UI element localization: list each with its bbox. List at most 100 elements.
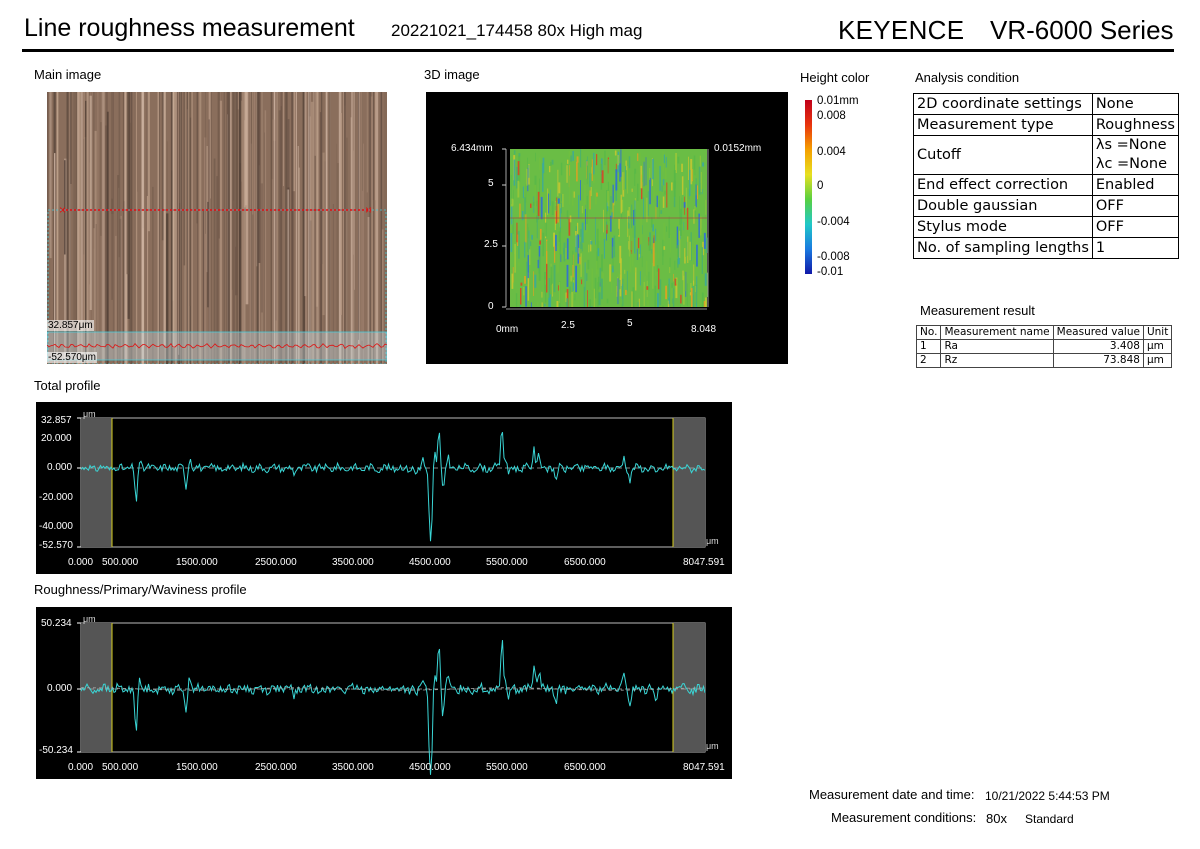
surface-3d-streak [562,193,564,208]
surface-3d-streak [638,298,640,307]
surface-3d-streak [697,185,698,200]
conditions-mode: Standard [1025,812,1074,826]
surface-3d-streak [625,207,627,214]
surface-3d-streak [648,271,650,291]
surface-3d-streak [575,265,577,293]
surface-3d-streak [668,195,670,204]
height-color-label: Height color [800,70,870,85]
surface-3d-streak [612,246,614,270]
surface-3d-streak [528,164,530,178]
surface-3d-streak [631,188,633,192]
surface-streak [242,92,245,364]
surface-3d-streak [669,266,671,274]
surface-3d-streak [525,214,527,243]
surface-3d-streak [522,186,524,199]
surface-streak [372,92,374,364]
surface-3d-streak [570,155,572,162]
surface-3d-streak [611,212,613,219]
surface-streak [354,92,355,290]
surface-3d-streak [599,267,602,283]
total-profile-x-tick: 2500.000 [255,557,297,568]
surface-streak [78,92,80,290]
measurement-result-table: No. Measurement name Measured value Unit… [915,325,1173,368]
table-header-row: No. Measurement name Measured value Unit [915,325,1173,340]
surface-3d-streak [546,263,548,293]
surface-3d-streak [659,166,661,191]
surface-3d-streak [566,264,569,287]
surface-3d-streak [632,287,635,307]
table-row: No. of sampling lengths 1 [913,237,1179,259]
surface-3d-streak [595,217,596,245]
surface-3d-streak [685,243,686,257]
surface-3d-streak [531,258,532,275]
surface-3d-streak [612,184,614,204]
surface-streak [362,92,363,191]
surface-streak [340,113,342,315]
surface-3d-streak [617,154,619,166]
surface-3d-streak [624,269,626,274]
surface-3d-streak [539,240,541,245]
condition-name: Measurement type [913,114,1093,136]
height-color-tick: 0.01mm [817,95,859,107]
surface-3d-streak [572,151,574,161]
surface-streak [264,110,267,364]
surface-3d-streak [649,168,651,180]
surface-3d-streak [656,195,658,208]
surface-streak [205,92,206,234]
roughness-profile-x-tick: 3500.000 [332,762,374,773]
surface-3d-streak [574,294,576,301]
condition-name: No. of sampling lengths [913,237,1093,259]
roughness-profile-x-tick: 5500.000 [486,762,528,773]
height-color-tick: -0.01 [817,266,844,278]
surface-3d-streak [631,237,634,267]
surface-3d-streak [658,268,660,290]
surface-streak [196,92,198,224]
surface-3d-streak [701,189,703,195]
result-value: 3.408 [1052,339,1144,354]
surface-streak [164,92,167,364]
total-profile-y-tick: 32.857 [41,415,72,426]
surface-3d-streak [570,275,573,282]
surface-3d-streak [578,298,580,307]
surface-3d-streak [559,281,561,304]
surface-3d-streak [518,231,520,259]
surface-streak [343,92,345,364]
surface-3d-streak [619,163,621,182]
surface-3d-streak [558,285,559,291]
surface-3d-streak [590,187,592,197]
condition-value: None [1091,93,1179,115]
surface-3d-streak [527,223,529,252]
surface-3d-streak [651,217,653,228]
surface-3d-streak [523,306,525,307]
surface-3d-streak [551,159,554,165]
surface-3d-streak [589,190,591,210]
surface-3d-streak [539,157,541,170]
roughness-profile-unit: μm [83,614,96,624]
surface-3d-streak [641,256,643,268]
main-image: × × 32.857μm -52.570μm [47,92,387,364]
surface-streak [236,109,239,364]
surface-3d-streak [555,234,557,251]
surface-3d-streak [625,289,627,296]
surface-streak [291,92,294,364]
surface-streak [380,92,383,364]
surface-streak [187,92,188,364]
surface-3d-streak [673,273,674,282]
surface-3d-streak [576,161,578,182]
surface-streak [183,92,186,266]
roughness-profile-y-tick: -50.234 [39,745,73,756]
roughness-profile-chart: μm 50.234 0.000 -50.234 0.000 500.000 15… [36,607,732,779]
surface-3d-streak [565,247,567,259]
surface-streak [308,92,310,364]
surface-3d-streak [517,161,520,176]
surface-3d-streak [601,304,604,307]
surface-streak [325,92,328,364]
surface-3d-streak [662,151,664,172]
surface-3d-streak [585,224,588,233]
height-colorbar [805,100,812,274]
surface-3d-streak [701,247,703,274]
surface-streak [369,92,371,364]
surface-3d-streak [647,300,650,307]
surface-3d-streak [630,226,632,251]
surface-3d-streak [686,241,688,256]
